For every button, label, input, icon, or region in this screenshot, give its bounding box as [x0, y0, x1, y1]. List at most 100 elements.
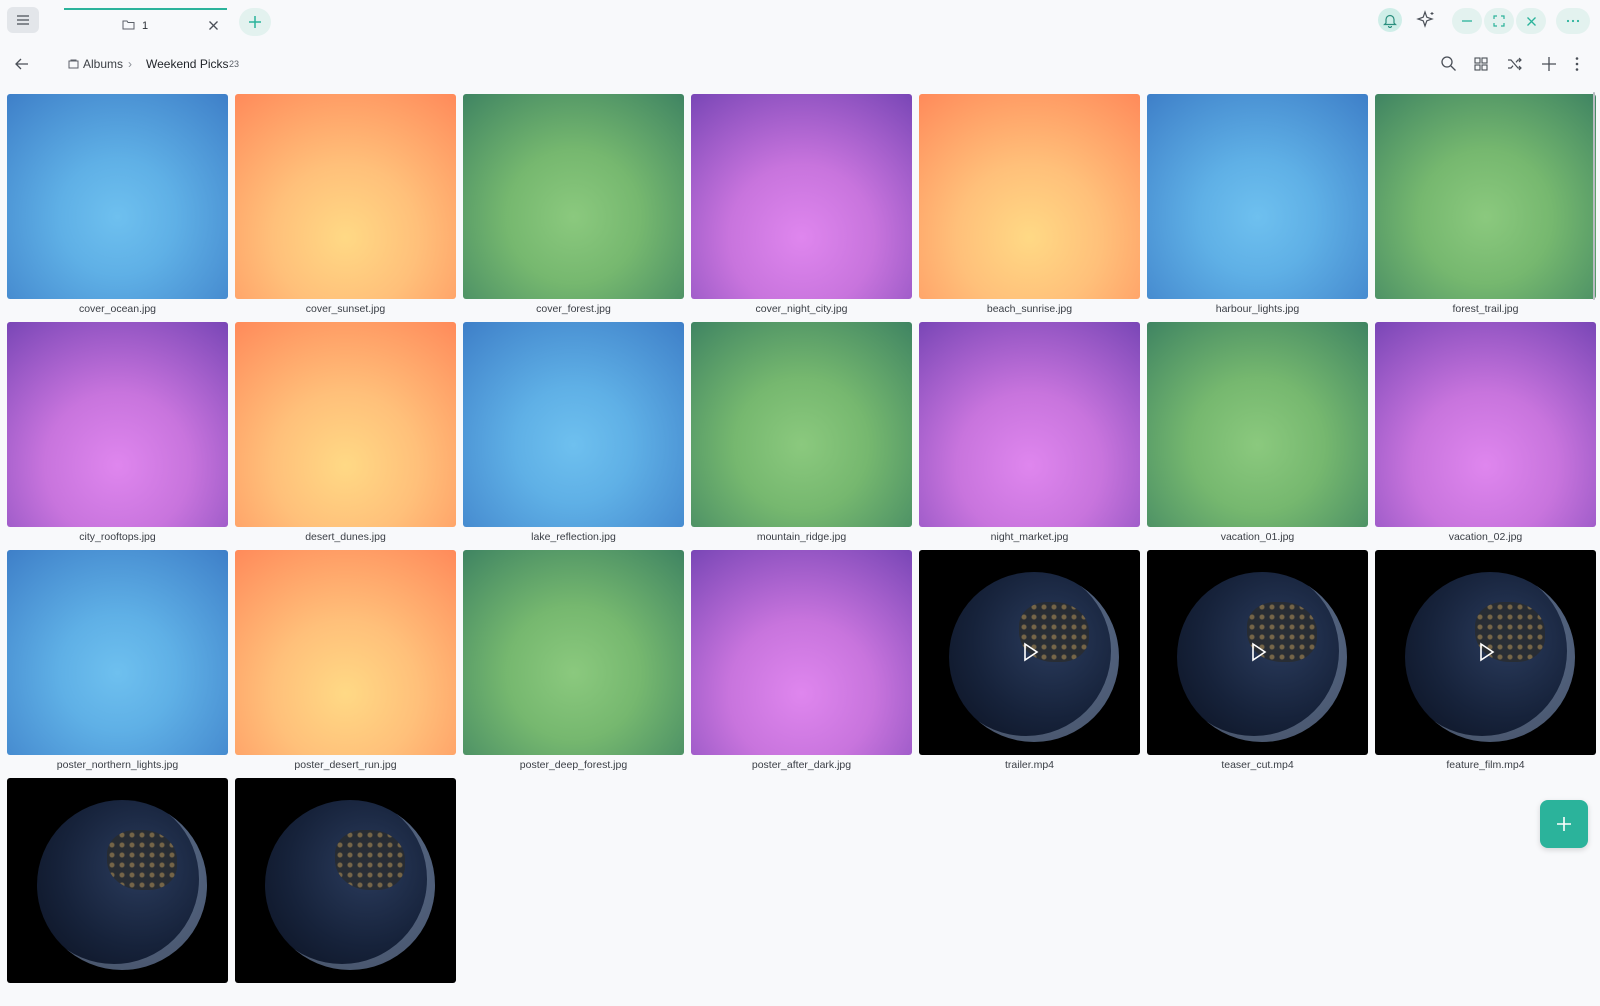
- menu-button[interactable]: [7, 7, 39, 33]
- file-name: vacation_02.jpg: [1448, 531, 1523, 543]
- media-grid: cover_ocean.jpg cover_sunset.jpg cover_for…: [7, 94, 1596, 1006]
- file-name: forest_trail.jpg: [1452, 303, 1519, 315]
- file-name: poster_desert_run.jpg: [294, 759, 397, 771]
- thumbnail: [235, 778, 456, 983]
- sparkle-icon[interactable]: [1415, 9, 1437, 31]
- file-name: vacation_01.jpg: [1220, 531, 1295, 543]
- image-tile[interactable]: lake_reflection.jpg: [463, 322, 684, 550]
- thumbnail: [463, 322, 684, 527]
- play-icon[interactable]: [1019, 641, 1041, 663]
- play-icon[interactable]: [1475, 641, 1497, 663]
- image-tile[interactable]: poster_northern_lights.jpg: [7, 550, 228, 778]
- image-tile[interactable]: cover_forest.jpg: [463, 94, 684, 322]
- file-name: feature_film.mp4: [1446, 759, 1525, 771]
- file-name: city_rooftops.jpg: [79, 531, 156, 543]
- video-tile[interactable]: [235, 778, 456, 1006]
- thumbnail: [235, 550, 456, 755]
- thumbnail: [1375, 322, 1596, 527]
- grid-view-icon[interactable]: [1474, 57, 1488, 71]
- add-fab-button[interactable]: [1540, 800, 1588, 848]
- more-icon: [1566, 19, 1580, 23]
- plus-icon: [1557, 817, 1571, 831]
- earth-thumbnail-image: [37, 800, 207, 970]
- file-name: poster_after_dark.jpg: [751, 759, 852, 771]
- image-tile[interactable]: poster_after_dark.jpg: [691, 550, 912, 778]
- file-name: harbour_lights.jpg: [1215, 303, 1300, 315]
- thumbnail: [1147, 94, 1368, 299]
- image-tile[interactable]: vacation_01.jpg: [1147, 322, 1368, 550]
- thumbnail: [7, 94, 228, 299]
- thumbnail: [1375, 550, 1596, 755]
- thumbnail: [691, 550, 912, 755]
- image-tile[interactable]: forest_trail.jpg: [1375, 94, 1596, 322]
- breadcrumb-albums[interactable]: Albums: [83, 57, 123, 71]
- image-tile[interactable]: beach_sunrise.jpg: [919, 94, 1140, 322]
- file-name: cover_night_city.jpg: [755, 303, 848, 315]
- plus-icon: [249, 16, 261, 28]
- video-tile[interactable]: feature_film.mp4: [1375, 550, 1596, 778]
- scrollbar-thumb[interactable]: [1593, 92, 1595, 300]
- item-count-badge: 23: [229, 59, 240, 69]
- image-tile[interactable]: city_rooftops.jpg: [7, 322, 228, 550]
- image-tile[interactable]: cover_ocean.jpg: [7, 94, 228, 322]
- image-tile[interactable]: vacation_02.jpg: [1375, 322, 1596, 550]
- video-tile[interactable]: teaser_cut.mp4: [1147, 550, 1368, 778]
- tab-1[interactable]: 1: [64, 8, 227, 40]
- notifications-button[interactable]: [1378, 8, 1402, 32]
- bell-icon: [1383, 14, 1397, 28]
- thumbnail: [235, 94, 456, 299]
- image-tile[interactable]: cover_sunset.jpg: [235, 94, 456, 322]
- kebab-icon[interactable]: [1574, 56, 1580, 72]
- path-bar: Albums › Weekend Picks 23: [0, 48, 1600, 80]
- folder-icon: [122, 20, 135, 30]
- thumbnail: [463, 550, 684, 755]
- shuffle-icon[interactable]: [1507, 56, 1523, 72]
- video-tile[interactable]: [7, 778, 228, 1006]
- file-name: cover_sunset.jpg: [305, 303, 386, 315]
- minimize-button[interactable]: [1452, 8, 1482, 34]
- menu-icon: [17, 15, 29, 25]
- thumbnail: [463, 94, 684, 299]
- thumbnail: [919, 322, 1140, 527]
- thumbnail: [691, 94, 912, 299]
- close-icon[interactable]: [208, 20, 219, 31]
- play-icon[interactable]: [1247, 641, 1269, 663]
- thumbnail: [919, 550, 1140, 755]
- image-tile[interactable]: night_market.jpg: [919, 322, 1140, 550]
- thumbnail: [7, 550, 228, 755]
- thumbnail: [1375, 94, 1596, 299]
- file-name: desert_dunes.jpg: [305, 531, 386, 543]
- file-name: beach_sunrise.jpg: [986, 303, 1073, 315]
- album-icon: [68, 59, 79, 69]
- close-window-button[interactable]: [1516, 8, 1546, 34]
- image-tile[interactable]: cover_night_city.jpg: [691, 94, 912, 322]
- search-icon[interactable]: [1440, 55, 1457, 72]
- file-name: lake_reflection.jpg: [531, 531, 616, 543]
- title-bar: 1: [0, 0, 1600, 40]
- close-icon: [1526, 16, 1536, 26]
- video-tile[interactable]: trailer.mp4: [919, 550, 1140, 778]
- earth-thumbnail-image: [265, 800, 435, 970]
- thumbnail: [1147, 322, 1368, 527]
- image-tile[interactable]: mountain_ridge.jpg: [691, 322, 912, 550]
- file-name: cover_ocean.jpg: [78, 303, 157, 315]
- file-name: poster_deep_forest.jpg: [519, 759, 628, 771]
- file-name: night_market.jpg: [990, 531, 1069, 543]
- image-tile[interactable]: poster_desert_run.jpg: [235, 550, 456, 778]
- thumbnail: [7, 322, 228, 527]
- maximize-button[interactable]: [1484, 8, 1514, 34]
- window-more-button[interactable]: [1556, 8, 1590, 34]
- file-name: trailer.mp4: [1004, 759, 1055, 771]
- breadcrumb-separator: ›: [128, 57, 132, 71]
- tab-label: 1: [142, 20, 149, 32]
- maximize-icon: [1493, 15, 1505, 27]
- image-tile[interactable]: desert_dunes.jpg: [235, 322, 456, 550]
- image-tile[interactable]: poster_deep_forest.jpg: [463, 550, 684, 778]
- file-name: poster_northern_lights.jpg: [56, 759, 179, 771]
- add-icon[interactable]: [1541, 56, 1557, 72]
- back-icon[interactable]: [14, 56, 30, 72]
- new-tab-button[interactable]: [239, 8, 271, 36]
- image-tile[interactable]: harbour_lights.jpg: [1147, 94, 1368, 322]
- file-name: cover_forest.jpg: [536, 303, 611, 315]
- thumbnail: [919, 94, 1140, 299]
